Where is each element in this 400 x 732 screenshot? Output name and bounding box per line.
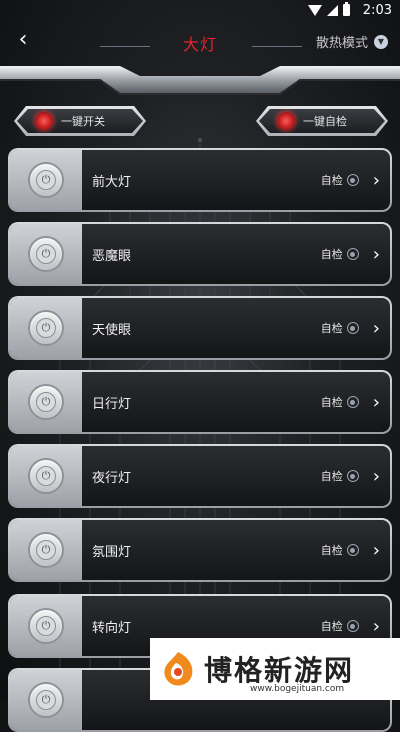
power-icon[interactable]: ⏻ (28, 532, 64, 568)
self-check-icon[interactable] (346, 322, 359, 334)
watermark-text: 博格新游网 (204, 654, 355, 687)
chevron-right-icon[interactable]: › (373, 170, 380, 191)
chevron-right-icon[interactable]: › (373, 540, 380, 561)
one-key-check-button[interactable]: 一键自检 (256, 106, 388, 136)
bulb-icon (35, 112, 53, 130)
light-name: 夜行灯 (92, 470, 132, 486)
power-icon[interactable]: ⏻ (28, 310, 64, 346)
self-check-label: 自检 (320, 544, 343, 557)
light-name: 转向灯 (92, 620, 132, 636)
self-check-label: 自检 (320, 396, 343, 409)
power-icon[interactable]: ⏻ (28, 608, 64, 644)
chevron-right-icon[interactable]: › (373, 466, 380, 487)
power-icon[interactable]: ⏻ (28, 384, 64, 420)
watermark-logo-icon (164, 652, 193, 686)
one-key-switch-label: 一键开关 (61, 115, 105, 128)
header: ‹ 大灯 散热模式 ▼ (0, 22, 400, 66)
chevron-right-icon[interactable]: › (373, 616, 380, 637)
light-name: 氛围灯 (92, 544, 132, 560)
bulb-icon (277, 112, 295, 130)
power-icon[interactable]: ⏻ (28, 236, 64, 272)
watermark-url: www.bogejituan.com (250, 684, 345, 694)
self-check-label: 自检 (320, 174, 343, 187)
light-row-front-headlight[interactable]: ⏻ 前大灯 自检 › (8, 148, 392, 212)
self-check-label: 自检 (320, 620, 343, 633)
light-row-daytime-running[interactable]: ⏻ 日行灯 自检 › (8, 370, 392, 434)
light-name: 天使眼 (92, 322, 132, 338)
self-check-label: 自检 (320, 248, 343, 261)
self-check-icon[interactable] (346, 620, 359, 632)
watermark: 博格新游网 www.bogejituan.com (150, 638, 400, 700)
power-icon[interactable]: ⏻ (28, 682, 64, 718)
self-check-icon[interactable] (346, 544, 359, 556)
light-row-demon-eye[interactable]: ⏻ 恶魔眼 自检 › (8, 222, 392, 286)
light-name: 前大灯 (92, 174, 132, 190)
status-icons (308, 2, 350, 16)
self-check-icon[interactable] (346, 396, 359, 408)
power-icon[interactable]: ⏻ (28, 162, 64, 198)
chevron-right-icon[interactable]: › (373, 392, 380, 413)
light-row-ambient[interactable]: ⏻ 氛围灯 自检 › (8, 518, 392, 582)
light-name: 日行灯 (92, 396, 132, 412)
self-check-icon[interactable] (346, 174, 359, 186)
power-icon[interactable]: ⏻ (28, 458, 64, 494)
battery-icon (343, 2, 350, 16)
signal-icon (327, 4, 338, 16)
one-key-check-label: 一键自检 (303, 115, 347, 128)
self-check-label: 自检 (320, 322, 343, 335)
chevron-right-icon[interactable]: › (373, 244, 380, 265)
wifi-icon (308, 4, 322, 16)
title-divider-right (252, 46, 302, 47)
chevron-right-icon[interactable]: › (373, 318, 380, 339)
status-bar: 2:03 (0, 0, 400, 22)
light-name: 恶魔眼 (92, 248, 132, 264)
light-row-angel-eye[interactable]: ⏻ 天使眼 自检 › (8, 296, 392, 360)
self-check-icon[interactable] (346, 248, 359, 260)
chevron-down-icon: ▼ (374, 34, 388, 49)
status-time: 2:03 (362, 3, 392, 18)
self-check-icon[interactable] (346, 470, 359, 482)
cooling-mode-label: 散热模式 (315, 36, 368, 51)
one-key-switch-button[interactable]: 一键开关 (14, 106, 146, 136)
light-row-night-running[interactable]: ⏻ 夜行灯 自检 › (8, 444, 392, 508)
self-check-label: 自检 (320, 470, 343, 483)
cooling-mode-toggle[interactable]: 散热模式 ▼ (316, 32, 388, 51)
